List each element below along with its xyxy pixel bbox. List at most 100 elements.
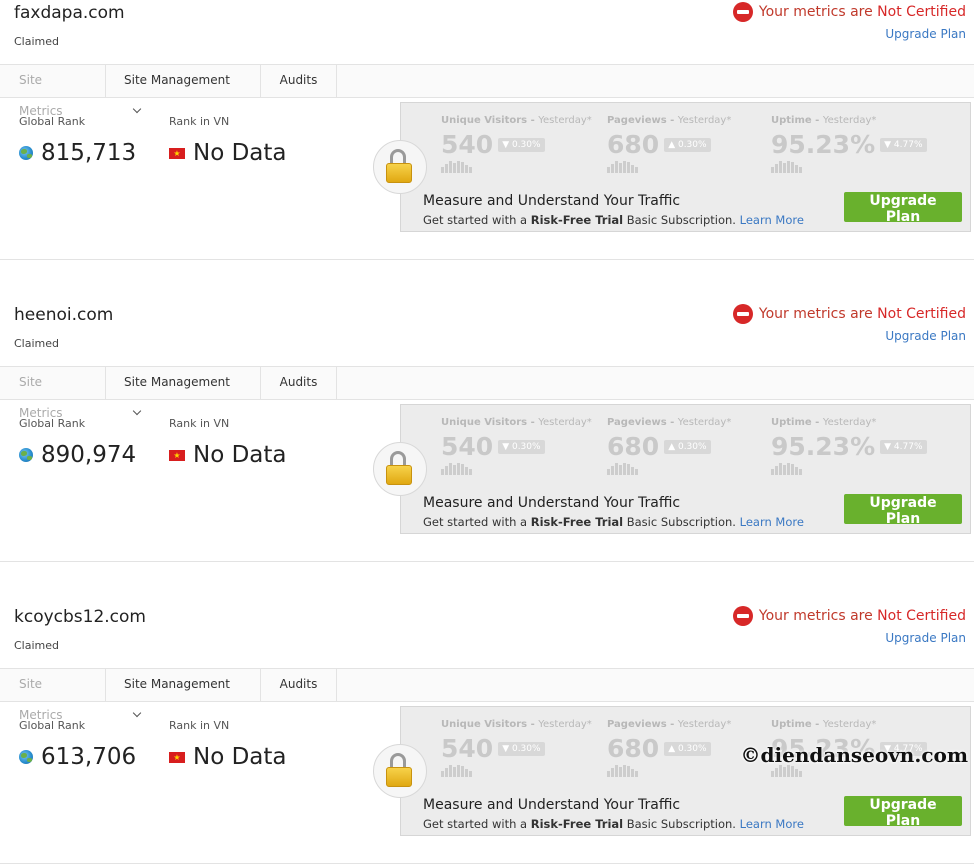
upsell-subtext: Get started with a Risk-Free Trial Basic… bbox=[423, 515, 804, 529]
upsell-subtext: Get started with a Risk-Free Trial Basic… bbox=[423, 817, 804, 831]
metric-title: Unique Visitors bbox=[441, 417, 528, 428]
upgrade-plan-link[interactable]: Upgrade Plan bbox=[885, 27, 966, 41]
site-card: kcoycbs12.com Claimed Your metrics are N… bbox=[0, 606, 974, 864]
metric-value: 95.23% bbox=[771, 432, 876, 461]
tab-site-management[interactable]: Site Management bbox=[106, 65, 261, 114]
certification-status: Your metrics are Not Certified bbox=[732, 304, 966, 324]
upgrade-plan-button[interactable]: Upgrade Plan bbox=[844, 796, 962, 829]
upgrade-plan-button[interactable]: Upgrade Plan bbox=[844, 192, 962, 225]
metric-title: Uptime bbox=[771, 719, 812, 730]
cert-prefix: Your metrics are bbox=[758, 4, 873, 20]
metric-period: Yesterday* bbox=[538, 719, 592, 730]
upgrade-plan-button[interactable]: Upgrade Plan bbox=[844, 494, 962, 527]
metric-title: Pageviews bbox=[607, 719, 667, 730]
subtext-post: Basic Subscription. bbox=[626, 817, 736, 831]
globe-icon bbox=[19, 750, 33, 764]
global-rank-label: Global Rank bbox=[19, 115, 86, 128]
subtext-post: Basic Subscription. bbox=[626, 515, 736, 529]
metric-value: 95.23% bbox=[771, 130, 876, 159]
vietnam-flag-icon: ★ bbox=[169, 449, 185, 461]
upsell-subtext: Get started with a Risk-Free Trial Basic… bbox=[423, 213, 804, 227]
tab-site-management[interactable]: Site Management bbox=[106, 669, 261, 718]
tab-audits[interactable]: Audits bbox=[261, 669, 337, 701]
upsell-headline: Measure and Understand Your Traffic bbox=[423, 495, 681, 511]
lock-icon bbox=[373, 140, 427, 194]
certification-status: Your metrics are Not Certified bbox=[732, 2, 966, 22]
upgrade-plan-link[interactable]: Upgrade Plan bbox=[885, 631, 966, 645]
metric-pageviews: Pageviews - Yesterday* 680 ▲ 0.30% bbox=[607, 417, 731, 475]
metric-unique-visitors: Unique Visitors - Yesterday* 540 ▼ 0.30% bbox=[441, 115, 592, 173]
metric-change: ▲ 0.30% bbox=[664, 439, 711, 454]
metric-value: 680 bbox=[607, 734, 660, 763]
site-name[interactable]: heenoi.com bbox=[14, 305, 113, 325]
sparkline-icon bbox=[771, 161, 927, 173]
not-allowed-icon bbox=[732, 606, 753, 626]
site-name[interactable]: faxdapa.com bbox=[14, 3, 125, 23]
metric-unique-visitors: Unique Visitors - Yesterday* 540 ▼ 0.30% bbox=[441, 417, 592, 475]
country-rank-value: No Data bbox=[193, 744, 287, 770]
metric-title: Pageviews bbox=[607, 417, 667, 428]
tab-site-metrics[interactable]: Site Metrics bbox=[0, 367, 106, 420]
learn-more-link[interactable]: Learn More bbox=[740, 515, 804, 529]
metric-period: Yesterday* bbox=[677, 417, 732, 428]
chevron-down-icon bbox=[132, 104, 142, 114]
metric-change: ▲ 0.30% bbox=[664, 741, 711, 756]
subtext-pre: Get started with a bbox=[423, 213, 528, 227]
cert-value: Not Certified bbox=[877, 4, 966, 20]
site-card: faxdapa.com Claimed Your metrics are Not… bbox=[0, 2, 974, 260]
global-rank-value: 815,713 bbox=[41, 140, 137, 166]
country-rank-label: Rank in VN bbox=[169, 417, 230, 430]
lock-icon bbox=[373, 744, 427, 798]
cert-prefix: Your metrics are bbox=[758, 608, 873, 624]
metric-title: Unique Visitors bbox=[441, 115, 528, 126]
subtext-bold: Risk-Free Trial bbox=[530, 213, 624, 227]
country-rank-value: No Data bbox=[193, 140, 287, 166]
global-rank-label: Global Rank bbox=[19, 417, 86, 430]
global-rank: 613,706 bbox=[19, 744, 136, 770]
learn-more-link[interactable]: Learn More bbox=[740, 817, 804, 831]
sparkline-icon bbox=[607, 765, 731, 777]
metric-uptime: Uptime - Yesterday* 95.23% ▼ 4.77% bbox=[771, 115, 927, 173]
chevron-down-icon bbox=[132, 406, 142, 416]
metric-period: Yesterday* bbox=[822, 115, 877, 126]
site-tabs: Site Metrics Site Management Audits bbox=[0, 366, 974, 420]
metric-change: ▲ 0.30% bbox=[664, 137, 711, 152]
tab-site-metrics[interactable]: Site Metrics bbox=[0, 669, 106, 722]
metric-period: Yesterday* bbox=[677, 719, 732, 730]
upsell-headline: Measure and Understand Your Traffic bbox=[423, 797, 681, 813]
metrics-upsell-panel: Unique Visitors - Yesterday* 540 ▼ 0.30% … bbox=[373, 102, 971, 232]
country-rank-value: No Data bbox=[193, 442, 287, 468]
tab-site-metrics[interactable]: Site Metrics bbox=[0, 65, 106, 118]
cert-value: Not Certified bbox=[877, 608, 966, 624]
lock-icon bbox=[373, 442, 427, 496]
site-name[interactable]: kcoycbs12.com bbox=[14, 607, 146, 627]
sparkline-icon bbox=[441, 765, 592, 777]
certification-status: Your metrics are Not Certified bbox=[732, 606, 966, 626]
metric-unique-visitors: Unique Visitors - Yesterday* 540 ▼ 0.30% bbox=[441, 719, 592, 777]
metric-value: 680 bbox=[607, 130, 660, 159]
metric-title: Uptime bbox=[771, 417, 812, 428]
site-card: heenoi.com Claimed Your metrics are Not … bbox=[0, 304, 974, 562]
upgrade-plan-link[interactable]: Upgrade Plan bbox=[885, 329, 966, 343]
site-tabs: Site Metrics Site Management Audits bbox=[0, 668, 974, 722]
metric-pageviews: Pageviews - Yesterday* 680 ▲ 0.30% bbox=[607, 115, 731, 173]
country-rank: ★ No Data bbox=[169, 442, 287, 468]
site-tabs: Site Metrics Site Management Audits bbox=[0, 64, 974, 118]
country-rank-label: Rank in VN bbox=[169, 719, 230, 732]
tab-audits[interactable]: Audits bbox=[261, 65, 337, 97]
globe-icon bbox=[19, 146, 33, 160]
global-rank-value: 613,706 bbox=[41, 744, 137, 770]
vietnam-flag-icon: ★ bbox=[169, 147, 185, 159]
metric-change: ▼ 0.30% bbox=[498, 741, 545, 756]
metric-title: Pageviews bbox=[607, 115, 667, 126]
global-rank-label: Global Rank bbox=[19, 719, 86, 732]
tab-audits[interactable]: Audits bbox=[261, 367, 337, 399]
sparkline-icon bbox=[607, 161, 731, 173]
learn-more-link[interactable]: Learn More bbox=[740, 213, 804, 227]
tab-site-management[interactable]: Site Management bbox=[106, 367, 261, 416]
subtext-pre: Get started with a bbox=[423, 515, 528, 529]
subtext-bold: Risk-Free Trial bbox=[530, 515, 624, 529]
metrics-upsell-panel: Unique Visitors - Yesterday* 540 ▼ 0.30% … bbox=[373, 706, 971, 836]
metric-change: ▼ 0.30% bbox=[498, 439, 545, 454]
metric-value: 540 bbox=[441, 432, 494, 461]
